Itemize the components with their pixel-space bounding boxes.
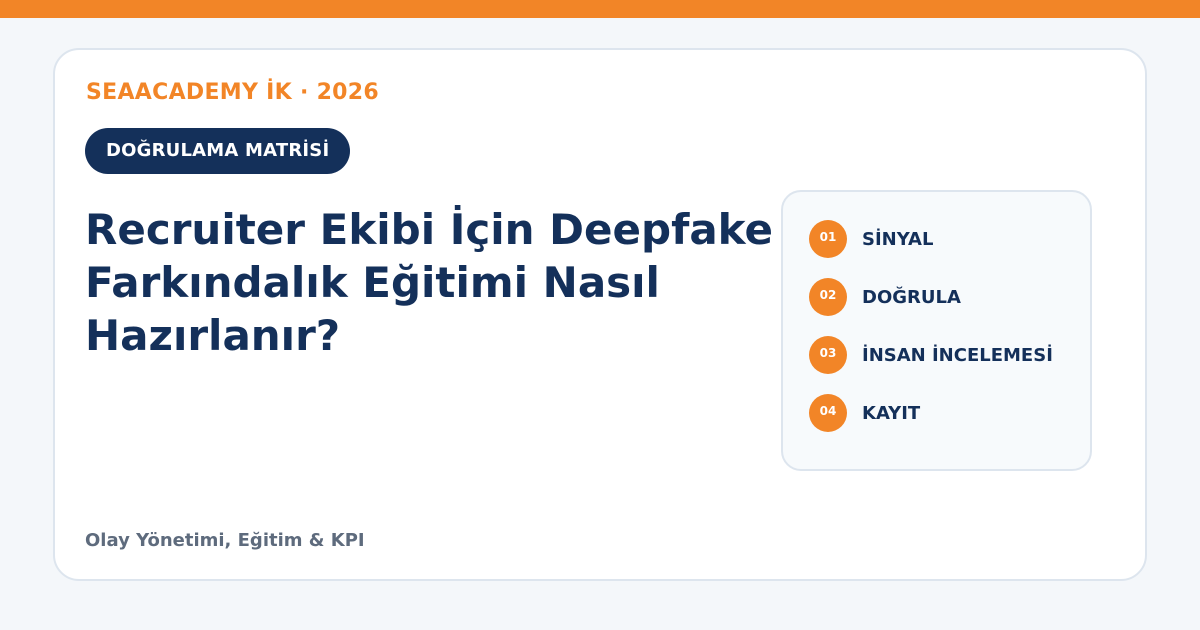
step-number-badge: 04 <box>809 394 847 432</box>
step-item: 01 SİNYAL <box>809 220 933 258</box>
steps-panel: 01 SİNYAL 02 DOĞRULA 03 İNSAN İNCELEMESİ… <box>781 190 1092 471</box>
brand-label: SEAACADEMY İK · 2026 <box>86 80 380 105</box>
footer-subtitle: Olay Yönetimi, Eğitim & KPI <box>85 530 365 551</box>
category-badge: DOĞRULAMA MATRİSİ <box>85 128 351 174</box>
title-line: Hazırlanır? <box>85 311 341 360</box>
page-title: Recruiter Ekibi İçin Deepfake Farkındalı… <box>85 203 805 362</box>
step-label: SİNYAL <box>862 228 934 250</box>
step-number-badge: 01 <box>809 220 847 258</box>
step-label: İNSAN İNCELEMESİ <box>862 344 1053 366</box>
content-card: SEAACADEMY İK · 2026 DOĞRULAMA MATRİSİ R… <box>53 48 1147 581</box>
step-item: 03 İNSAN İNCELEMESİ <box>809 336 1053 374</box>
title-line: Recruiter Ekibi İçin Deepfake <box>85 205 773 254</box>
step-number-badge: 03 <box>809 336 847 374</box>
step-item: 04 KAYIT <box>809 394 920 432</box>
step-item: 02 DOĞRULA <box>809 278 961 316</box>
step-label: KAYIT <box>862 402 921 424</box>
step-label: DOĞRULA <box>862 286 961 308</box>
title-line: Farkındalık Eğitimi Nasıl <box>85 258 660 307</box>
step-number-badge: 02 <box>809 278 847 316</box>
top-accent-bar <box>0 0 1200 18</box>
